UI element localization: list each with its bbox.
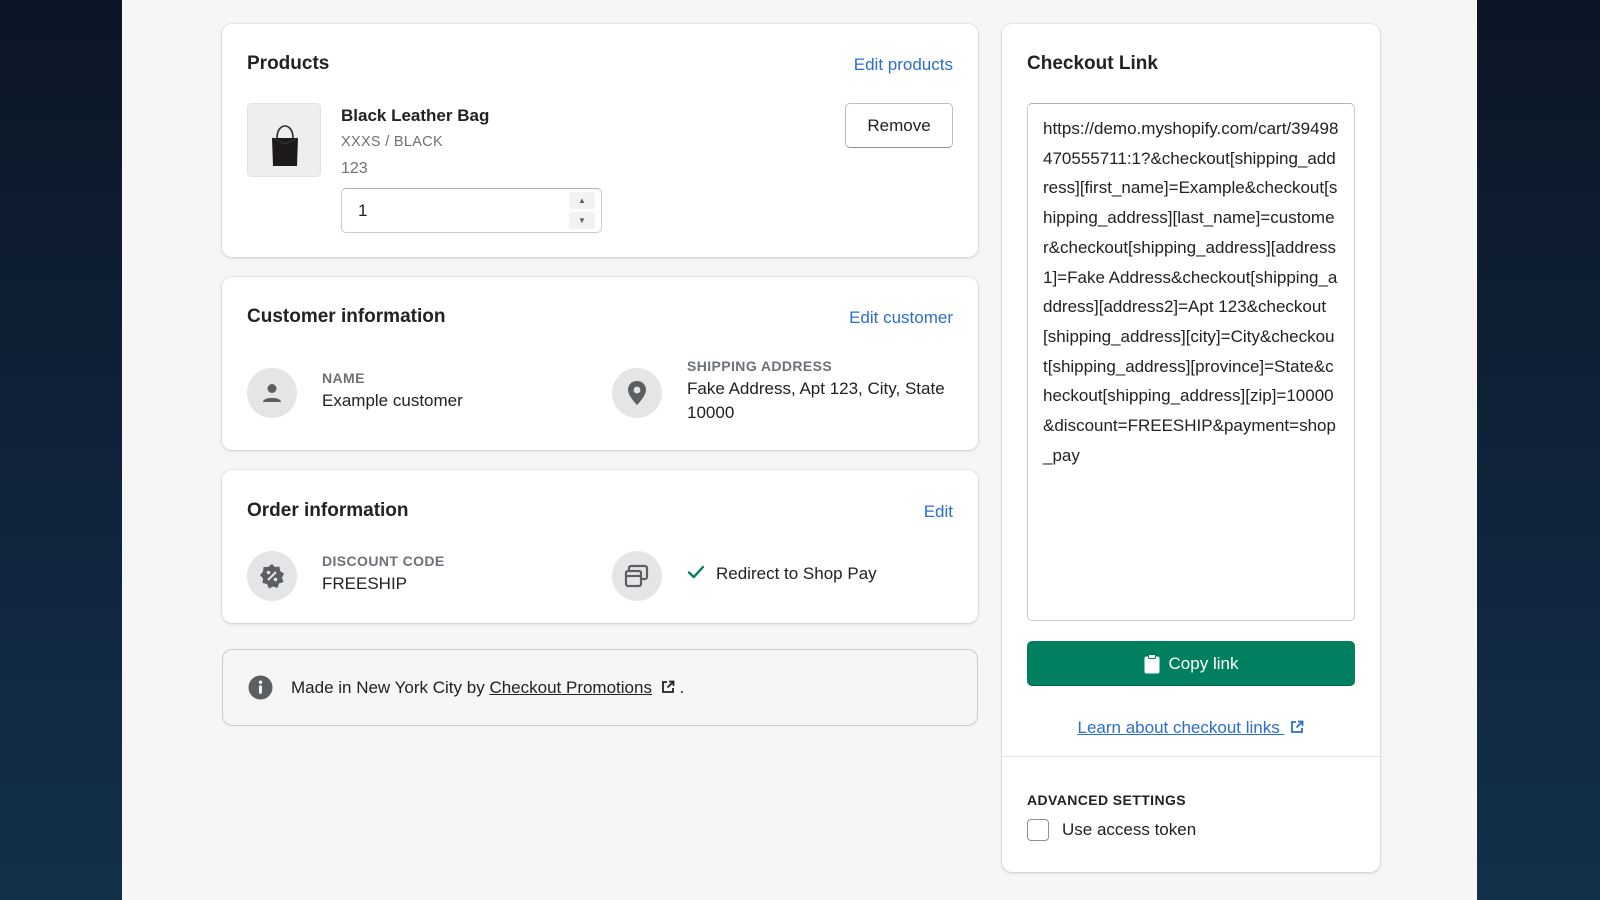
bag-image	[248, 104, 320, 176]
customer-card: Customer information Edit customer NAME …	[222, 277, 978, 450]
shipping-address-line1: Fake Address, Apt 123, City, State	[687, 379, 945, 398]
discount-icon	[247, 551, 297, 601]
increment-button[interactable]: ▲	[569, 192, 595, 209]
copy-link-button[interactable]: Copy link	[1027, 641, 1355, 686]
discount-code-value: FREESHIP	[322, 574, 408, 593]
checkout-promotions-link[interactable]: Checkout Promotions	[489, 678, 652, 697]
footer-note: Made in New York City by Checkout Promot…	[222, 649, 978, 726]
copy-link-label: Copy link	[1168, 653, 1239, 673]
person-icon	[247, 368, 297, 418]
shipping-address-line2: 10000	[687, 403, 735, 422]
product-variant: XXXS / BLACK	[341, 134, 443, 150]
products-title: Products	[247, 53, 330, 74]
external-link-icon[interactable]	[661, 680, 675, 694]
remove-button[interactable]: Remove	[845, 103, 953, 148]
footer-prefix: Made in New York City by	[291, 678, 485, 697]
access-token-checkbox[interactable]	[1027, 819, 1049, 841]
product-thumbnail	[247, 103, 321, 177]
shop-pay-icon	[612, 551, 662, 601]
checkout-link-title: Checkout Link	[1027, 53, 1158, 74]
product-sku: 123	[341, 160, 368, 177]
caret-up-icon: ▲	[578, 196, 586, 205]
stepper-controls: ▲ ▼	[569, 192, 595, 229]
caret-down-icon: ▼	[578, 216, 586, 225]
customer-title: Customer information	[247, 306, 446, 327]
shipping-address-label: SHIPPING ADDRESS	[687, 358, 833, 374]
app-page: Products Edit products Black Leather Bag…	[122, 0, 1477, 900]
footer-suffix: .	[679, 678, 685, 697]
products-card: Products Edit products Black Leather Bag…	[222, 24, 978, 257]
order-card: Order information Edit DISCOUNT CODE FRE…	[222, 470, 978, 623]
access-token-label[interactable]: Use access token	[1062, 820, 1196, 840]
learn-checkout-links[interactable]: Learn about checkout links	[1002, 718, 1380, 738]
order-title: Order information	[247, 500, 409, 521]
name-value: Example customer	[322, 391, 463, 410]
quantity-stepper[interactable]: 1 ▲ ▼	[341, 188, 602, 233]
location-pin-icon	[612, 368, 662, 418]
edit-products-link[interactable]: Edit products	[854, 55, 953, 75]
external-link-icon[interactable]	[1290, 720, 1304, 734]
product-name: Black Leather Bag	[341, 106, 490, 125]
advanced-settings-label: ADVANCED SETTINGS	[1027, 792, 1186, 808]
redirect-shop-pay-text: Redirect to Shop Pay	[716, 564, 877, 583]
checkout-link-card: Checkout Link https://demo.myshopify.com…	[1002, 24, 1380, 872]
learn-checkout-links-label[interactable]: Learn about checkout links	[1078, 718, 1280, 737]
edit-order-link[interactable]: Edit	[924, 502, 953, 522]
quantity-input[interactable]: 1	[358, 201, 367, 221]
edit-customer-link[interactable]: Edit customer	[849, 308, 953, 328]
footer-text: Made in New York City by Checkout Promot…	[291, 678, 684, 698]
decrement-button[interactable]: ▼	[569, 212, 595, 229]
clipboard-icon	[1144, 653, 1160, 673]
checkmark-icon	[687, 565, 705, 579]
name-label: NAME	[322, 370, 365, 386]
discount-code-label: DISCOUNT CODE	[322, 553, 445, 569]
section-divider	[1002, 756, 1380, 757]
checkout-url-textarea[interactable]: https://demo.myshopify.com/cart/39498470…	[1027, 103, 1355, 621]
info-icon	[248, 675, 273, 700]
